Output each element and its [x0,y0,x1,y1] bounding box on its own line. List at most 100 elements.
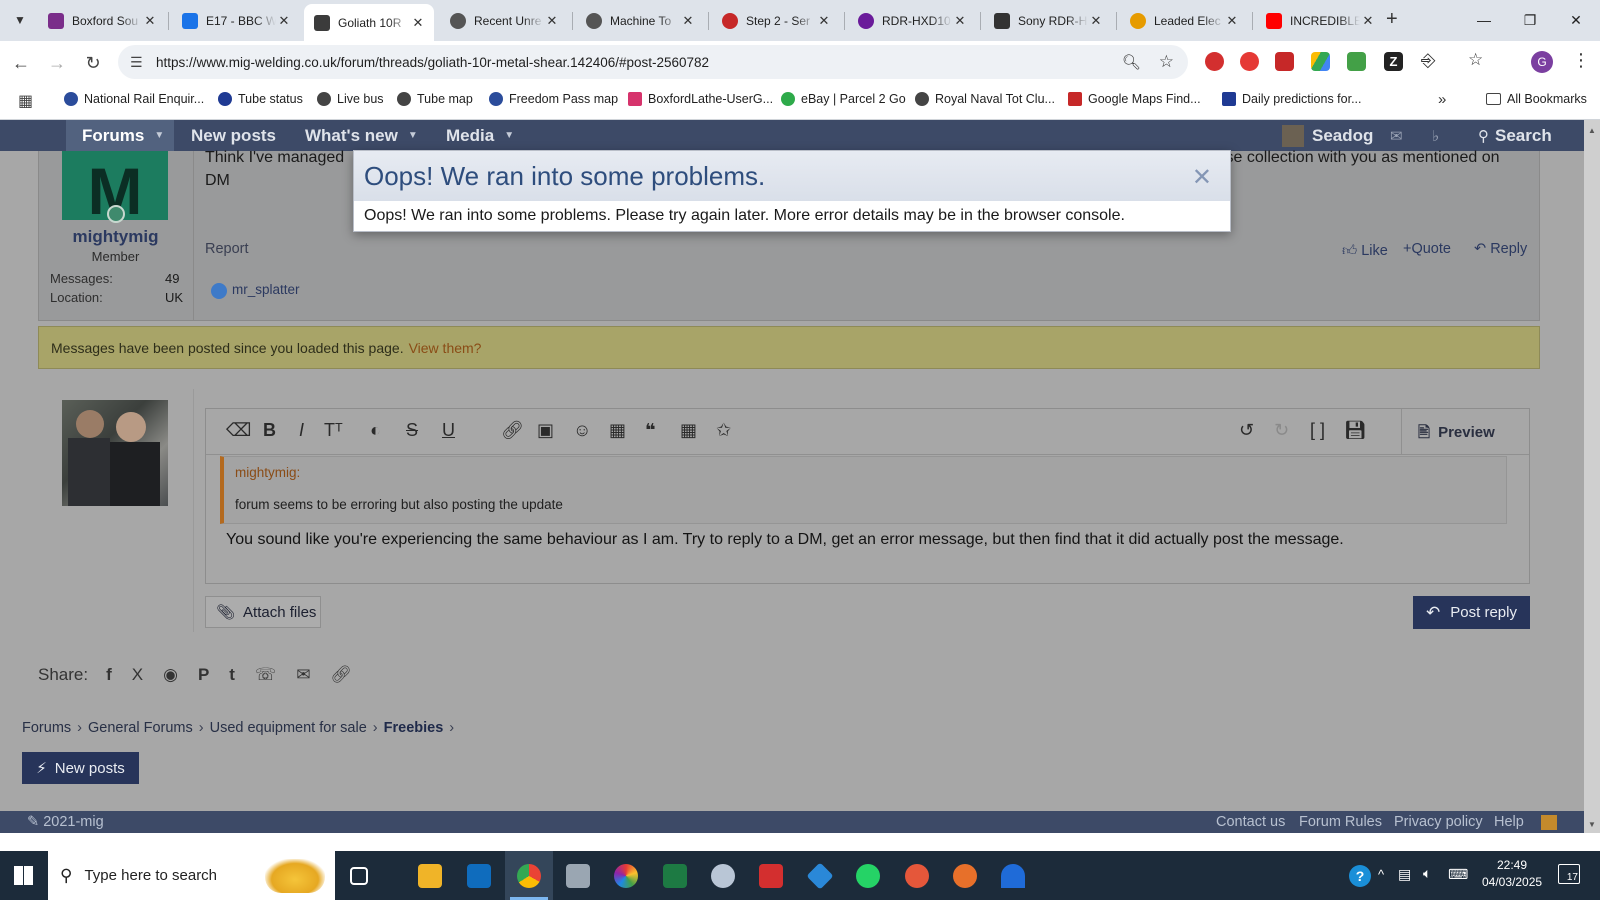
close-tab-icon[interactable]: ✕ [544,13,560,29]
app-icon[interactable] [566,864,590,888]
browser-tab[interactable]: RDR-HXD10 ✕ [848,6,976,35]
close-tab-icon[interactable]: ✕ [142,13,158,29]
browser-menu-icon[interactable]: ⋮ [1572,50,1590,71]
bookmark-item[interactable]: BoxfordLathe-UserG... [628,92,773,106]
footer-style-link[interactable]: ✎ 2021-mig [27,814,104,830]
bookmark-star-icon[interactable]: ☆ [1159,52,1174,72]
hide-icon[interactable]: ✩ [716,420,731,441]
inbox-icon[interactable]: ✉ [1390,120,1403,151]
chrome-icon[interactable] [517,864,541,888]
smiley-icon[interactable]: ☺ [573,420,591,441]
underline-icon[interactable]: U [442,420,455,441]
view-them-link[interactable]: View them? [409,340,482,356]
reading-list-icon[interactable]: ☆ [1468,50,1483,70]
z-extension-icon[interactable]: Z [1384,52,1403,71]
bookmark-item[interactable]: Daily predictions for... [1222,92,1362,106]
footer-link-rules[interactable]: Forum Rules [1299,814,1382,830]
close-tab-icon[interactable]: ✕ [1088,13,1104,29]
breadcrumb-item[interactable]: General Forums [88,720,193,736]
quote-icon[interactable]: ❝ [645,420,656,441]
bookmark-item[interactable]: Live bus [317,92,384,106]
notifications-icon[interactable]: 17 [1558,864,1580,884]
close-tab-icon[interactable]: ✕ [816,13,832,29]
whatsapp-icon[interactable]: ☏ [255,665,276,685]
reddit-icon[interactable]: ◉ [163,665,178,685]
bookmark-item[interactable]: Royal Naval Tot Clu... [915,92,1055,106]
email-icon[interactable]: ✉ [296,665,310,685]
apps-grid-icon[interactable]: ▦ [18,91,33,111]
browser-tab[interactable]: Recent Unre ✕ [440,6,568,35]
browser-tab[interactable]: Machine To ✕ [576,6,704,35]
tab-search-button[interactable]: ▼ [8,9,32,31]
new-tab-button[interactable]: + [1386,8,1398,31]
breadcrumb-item[interactable]: Used equipment for sale [210,720,367,736]
post-reply-button[interactable]: ↶ Post reply [1413,596,1530,629]
eraser-icon[interactable]: ⌫ [226,420,251,441]
outlook-icon[interactable] [467,864,491,888]
link-icon[interactable]: 🔗︎ [330,665,352,685]
table-icon[interactable]: ▦ [680,420,697,441]
browser-tab[interactable]: Boxford Sou ✕ [38,6,166,35]
rss-icon[interactable] [1541,815,1557,830]
footer-link-help[interactable]: Help [1494,814,1524,830]
volume-icon[interactable]: 🔈︎ [1423,865,1431,882]
forward-button[interactable]: → [44,50,70,76]
like-button[interactable]: 👍︎ Like [1342,241,1388,259]
drive-extension-icon[interactable] [1311,52,1330,71]
site-info-icon[interactable]: ☰ [130,54,143,71]
file-explorer-icon[interactable] [418,864,442,888]
bookmark-item[interactable]: Freedom Pass map [489,92,618,106]
help-icon[interactable]: ? [1349,865,1371,887]
app-blue-arch-icon[interactable] [1001,864,1025,888]
quote-button[interactable]: +Quote [1403,241,1451,257]
link-icon[interactable]: 🔗︎ [501,420,524,441]
back-button[interactable]: ← [8,50,34,76]
minimize-window-button[interactable]: — [1462,0,1506,40]
excel-icon[interactable] [663,864,687,888]
italic-icon[interactable]: I [299,420,304,441]
facebook-icon[interactable]: f [106,665,112,685]
nav-forums[interactable]: Forums ▼ [66,120,174,151]
paint-icon[interactable] [711,864,735,888]
bookmark-item[interactable]: Google Maps Find... [1068,92,1201,106]
drafts-icon[interactable]: 💾︎ [1344,420,1367,441]
fullscreen-icon[interactable]: [ ] [1310,420,1325,441]
adblock-extension-icon[interactable] [1205,52,1224,71]
footer-link-contact[interactable]: Contact us [1216,814,1285,830]
nav-search[interactable]: ⚲ Search [1478,120,1552,151]
app-orange-round-icon[interactable] [953,864,977,888]
app-orange-icon[interactable] [905,864,929,888]
preview-button[interactable]: 🖹︎ Preview [1418,422,1495,447]
bell-icon[interactable]: ♭ [1432,120,1439,151]
bookmark-item[interactable]: Tube map [397,92,473,106]
zoom-icon[interactable]: 🔍︎ [1122,53,1141,71]
extensions-puzzle-icon[interactable]: ⎆ [1421,50,1435,71]
post-author[interactable]: mightymig [38,227,193,247]
browser-tab[interactable]: Leaded Elec ✕ [1120,6,1248,35]
reply-button[interactable]: ↶ Reply [1474,241,1527,257]
strikethrough-icon[interactable]: S [406,420,418,441]
task-view-icon[interactable] [350,867,368,885]
address-bar[interactable]: ☰ https://www.mig-welding.co.uk/forum/th… [118,45,1188,79]
close-tab-icon[interactable]: ✕ [952,13,968,29]
keyboard-icon[interactable]: ⌨ [1448,866,1468,883]
redo-icon[interactable]: ↻ [1274,420,1289,441]
green-extension-icon[interactable] [1347,52,1366,71]
bold-icon[interactable]: B [263,420,276,441]
new-posts-button[interactable]: ⚡︎ New posts [22,752,139,784]
app-red-icon[interactable] [759,864,783,888]
bookmark-item[interactable]: eBay | Parcel 2 Go [781,92,906,106]
network-icon[interactable]: ▤ [1398,866,1411,883]
breadcrumb-item[interactable]: Freebies [384,720,444,736]
report-link[interactable]: Report [205,241,249,257]
close-tab-icon[interactable]: ✕ [680,13,696,29]
clock[interactable]: 22:49 04/03/2025 [1482,857,1542,891]
bookmarks-overflow-icon[interactable]: » [1438,91,1446,108]
video-extension-icon[interactable] [1275,52,1294,71]
browser-tab[interactable]: Sony RDR-H ✕ [984,6,1112,35]
tumblr-icon[interactable]: t [229,665,235,685]
media-icon[interactable]: ▦ [609,420,626,441]
page-scrollbar[interactable]: ▲ ▼ [1584,120,1600,833]
reload-button[interactable]: ↻ [80,50,106,76]
nav-new-posts[interactable]: New posts [191,120,276,151]
